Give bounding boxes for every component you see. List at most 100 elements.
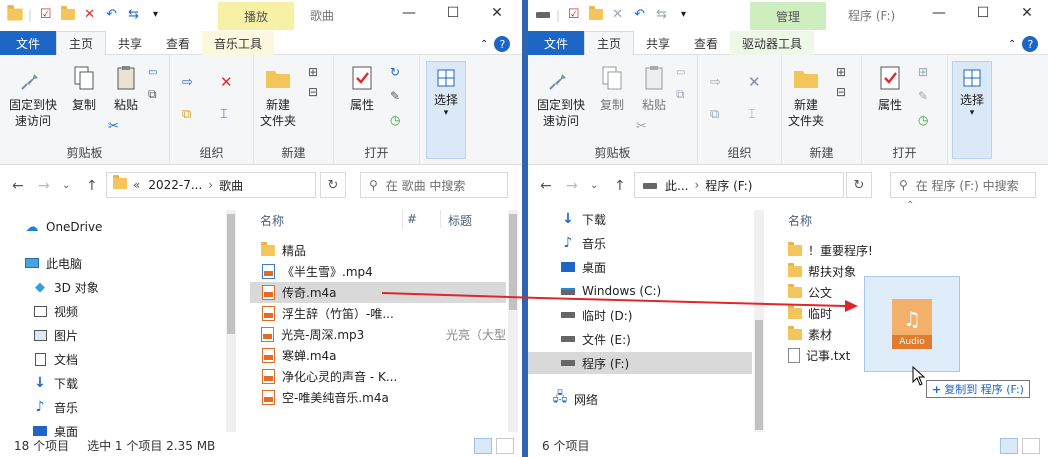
file-row[interactable]: 空-唯美纯音乐.m4a xyxy=(250,387,506,408)
breadcrumb-current[interactable]: 程序 (F:) xyxy=(705,177,752,194)
copy-button[interactable]: 复制 xyxy=(590,63,634,113)
easy-access-icon[interactable]: ⊟ xyxy=(308,85,324,101)
rename-icon[interactable]: ⇆ xyxy=(125,6,142,23)
nav-item-Windows-C-[interactable]: Windows (C:) xyxy=(528,280,752,302)
file-list-scrollbar[interactable] xyxy=(508,210,518,432)
file-row[interactable]: 传奇.m4a xyxy=(250,282,506,303)
close-button[interactable]: ✕ xyxy=(1020,5,1034,21)
context-tab-manage[interactable]: 管理 xyxy=(750,2,826,30)
nav-item-网络[interactable]: 🖧 网络 xyxy=(528,388,752,410)
history-icon[interactable]: ◷ xyxy=(390,113,406,129)
address-box[interactable]: « 2022-7... › 歌曲 xyxy=(106,172,316,198)
pin-quick-access-button[interactable]: 固定到快 速访问 xyxy=(536,63,586,129)
undo-icon[interactable]: ↶ xyxy=(103,6,120,23)
help-icon[interactable]: ? xyxy=(494,36,511,52)
up-button[interactable]: ↑ xyxy=(86,178,98,194)
tab-share[interactable]: 共享 xyxy=(106,31,154,55)
copy-path-icon[interactable]: ▭ xyxy=(676,67,692,83)
breadcrumb-parent[interactable]: 2022-7... xyxy=(148,178,202,192)
delete-icon[interactable]: ✕ xyxy=(748,73,764,91)
new-folder-button[interactable]: 新建 文件夹 xyxy=(784,63,828,129)
collapse-ribbon-icon[interactable]: ⌃ xyxy=(1008,39,1016,50)
qat-dropdown-icon[interactable]: ▾ xyxy=(675,6,692,23)
minimize-button[interactable]: — xyxy=(932,5,946,21)
history-icon[interactable]: ◷ xyxy=(918,113,934,129)
details-view-button[interactable] xyxy=(1000,438,1018,454)
new-item-icon[interactable]: ⊞ xyxy=(308,65,324,81)
up-button[interactable]: ↑ xyxy=(614,178,626,194)
nav-item-图片[interactable]: 图片 xyxy=(0,324,240,346)
properties-icon[interactable]: ☑ xyxy=(37,6,54,23)
nav-scrollbar[interactable] xyxy=(226,210,236,432)
undo-icon[interactable]: ↶ xyxy=(631,6,648,23)
move-to-icon[interactable]: ⇨ xyxy=(710,75,726,91)
new-item-icon[interactable]: ⊞ xyxy=(836,65,852,81)
large-icons-view-button[interactable] xyxy=(1022,438,1040,454)
copy-path-icon[interactable]: ▭ xyxy=(148,67,164,83)
tab-drive-tools[interactable]: 驱动器工具 xyxy=(730,31,815,55)
paste-button[interactable]: 粘贴 xyxy=(632,63,676,113)
tab-music-tools[interactable]: 音乐工具 xyxy=(202,31,275,55)
tab-home[interactable]: 主页 xyxy=(584,31,635,55)
context-tab-play[interactable]: 播放 xyxy=(218,2,294,30)
paste-button[interactable]: 粘贴 xyxy=(104,63,148,113)
move-to-icon[interactable]: ⇨ xyxy=(182,75,198,91)
forward-button[interactable]: → xyxy=(38,178,50,194)
tab-file[interactable]: 文件 xyxy=(0,31,56,55)
nav-item-音乐[interactable]: ♪ 音乐 xyxy=(0,396,240,418)
new-folder-button[interactable]: 新建 文件夹 xyxy=(256,63,300,129)
minimize-button[interactable]: — xyxy=(402,5,416,21)
nav-item-音乐[interactable]: ♪ 音乐 xyxy=(528,232,752,254)
copy-button[interactable]: 复制 xyxy=(62,63,106,113)
close-button[interactable]: ✕ xyxy=(490,5,504,21)
nav-item-OneDrive[interactable]: ☁ OneDrive xyxy=(0,216,240,238)
nav-item-下载[interactable]: ↓ 下载 xyxy=(528,208,752,230)
file-row[interactable]: 浮生辞（竹笛）-唯... xyxy=(250,303,506,324)
file-row[interactable]: 《半生雪》.mp4 xyxy=(250,261,506,282)
qat-dropdown-icon[interactable]: ▾ xyxy=(147,6,164,23)
breadcrumb-parent[interactable]: 此... xyxy=(665,177,688,194)
nav-item-临时-D-[interactable]: 临时 (D:) xyxy=(528,304,752,326)
nav-item-文档[interactable]: 文档 xyxy=(0,348,240,370)
properties-icon[interactable]: ☑ xyxy=(565,6,582,23)
maximize-button[interactable]: ☐ xyxy=(446,5,460,21)
select-button[interactable]: 选择 ▾ xyxy=(952,61,992,159)
tab-share[interactable]: 共享 xyxy=(634,31,682,55)
search-box[interactable]: ⚲ 在 程序 (F:) 中搜索 xyxy=(890,172,1036,198)
column-header-number[interactable]: # xyxy=(407,212,417,226)
properties-button[interactable]: 属性 xyxy=(340,63,384,113)
tab-file[interactable]: 文件 xyxy=(528,31,584,55)
file-row[interactable]: 精品 xyxy=(250,240,506,261)
open-icon[interactable]: ↻ xyxy=(390,65,406,81)
refresh-button[interactable]: ↻ xyxy=(320,172,346,198)
large-icons-view-button[interactable] xyxy=(496,438,514,454)
forward-button[interactable]: → xyxy=(566,178,578,194)
new-folder-icon[interactable] xyxy=(587,6,604,23)
details-view-button[interactable] xyxy=(474,438,492,454)
easy-access-icon[interactable]: ⊟ xyxy=(836,85,852,101)
delete-icon[interactable]: ✕ xyxy=(81,6,98,23)
nav-scrollbar[interactable] xyxy=(754,210,764,432)
delete-icon[interactable]: ✕ xyxy=(609,6,626,23)
rename-icon[interactable]: ⇆ xyxy=(653,6,670,23)
file-row[interactable]: ！重要程序! xyxy=(778,240,898,261)
delete-icon[interactable]: ✕ xyxy=(220,73,236,91)
collapse-ribbon-icon[interactable]: ⌃ xyxy=(480,39,488,50)
open-icon[interactable]: ⊞ xyxy=(918,65,934,81)
copy-to-icon[interactable]: ⧉ xyxy=(710,107,726,123)
file-row[interactable]: 净化心灵的声音 - K... xyxy=(250,366,506,387)
paste-shortcut-icon[interactable]: ⧉ xyxy=(676,87,692,103)
cut-icon[interactable]: ✂ xyxy=(636,119,652,135)
nav-item-下载[interactable]: ↓ 下载 xyxy=(0,372,240,394)
nav-item-文件-E-[interactable]: 文件 (E:) xyxy=(528,328,752,350)
properties-button[interactable]: 属性 xyxy=(868,63,912,113)
new-folder-icon[interactable] xyxy=(59,6,76,23)
edit-icon[interactable]: ✎ xyxy=(390,89,406,105)
tab-view[interactable]: 查看 xyxy=(682,31,730,55)
rename-icon[interactable]: ⌶ xyxy=(220,107,236,123)
paste-shortcut-icon[interactable]: ⧉ xyxy=(148,87,164,103)
maximize-button[interactable]: ☐ xyxy=(976,5,990,21)
column-header-title[interactable]: 标题 xyxy=(448,212,472,229)
back-button[interactable]: ← xyxy=(12,178,24,194)
cut-icon[interactable]: ✂ xyxy=(108,119,124,135)
